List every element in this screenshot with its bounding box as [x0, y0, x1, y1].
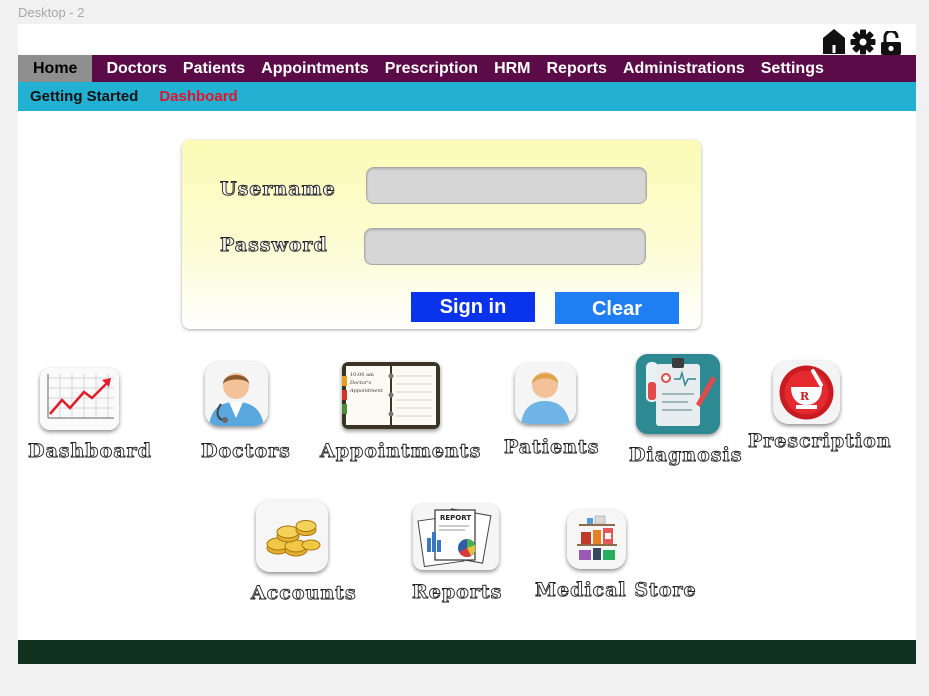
- nav-appointments[interactable]: Appointments: [253, 55, 377, 82]
- book-time-text: 10:00 am: [350, 372, 374, 378]
- nav-home[interactable]: Home: [18, 55, 93, 82]
- main-nav: Home Doctors Patients Appointments Presc…: [18, 55, 916, 82]
- coins-icon: [256, 500, 328, 572]
- report-title-text: REPORT: [440, 514, 471, 522]
- module-label-reports: Reports: [412, 581, 503, 604]
- module-label-doctors: Doctors: [201, 440, 291, 463]
- nav-reports[interactable]: Reports: [539, 55, 615, 82]
- nav-patients[interactable]: Patients: [175, 55, 253, 82]
- report-papers-icon: REPORT: [413, 504, 499, 570]
- nav-administrations[interactable]: Administrations: [615, 55, 753, 82]
- login-card: Username Password Sign in Clear: [182, 140, 701, 329]
- svg-text:R: R: [800, 390, 810, 403]
- subnav-dashboard[interactable]: Dashboard: [150, 88, 249, 105]
- sub-nav: Getting Started Dashboard: [18, 82, 916, 111]
- module-label-dashboard: Dashboard: [28, 440, 152, 463]
- doctor-icon: [205, 362, 268, 426]
- frame-label: Desktop - 2: [18, 5, 85, 20]
- module-label-patients: Patients: [504, 436, 600, 459]
- nav-doctors[interactable]: Doctors: [98, 55, 174, 82]
- module-label-accounts: Accounts: [251, 582, 357, 605]
- nav-hrm[interactable]: HRM: [486, 55, 538, 82]
- footer-bar: [18, 640, 916, 664]
- module-label-medical-store: Medical Store: [535, 579, 697, 602]
- module-label-prescription: Prescription: [748, 430, 892, 453]
- module-label-appointments: Appointments: [320, 440, 482, 463]
- gear-icon[interactable]: [850, 29, 876, 55]
- sign-in-button[interactable]: Sign in: [411, 292, 535, 322]
- rx-mortar-icon: R: [773, 361, 840, 424]
- username-label: Username: [220, 178, 336, 201]
- password-input[interactable]: [364, 228, 646, 265]
- username-input[interactable]: [366, 167, 647, 204]
- trend-chart-icon: [40, 368, 119, 430]
- home-icon[interactable]: [822, 28, 846, 55]
- app-frame: Home Doctors Patients Appointments Presc…: [18, 24, 916, 664]
- clear-button[interactable]: Clear: [555, 292, 679, 324]
- book-line2-text: Appointment: [349, 388, 384, 394]
- clipboard-diagnosis-icon: [636, 354, 720, 434]
- appointment-book-icon: 10:00 am Doctor's Appointment: [342, 362, 440, 429]
- medicine-shelf-icon: [567, 510, 626, 569]
- patient-icon: [515, 363, 576, 424]
- nav-settings[interactable]: Settings: [753, 55, 832, 82]
- header-icons: [822, 28, 902, 55]
- unlock-icon[interactable]: [880, 31, 902, 55]
- book-line1-text: Doctor's: [349, 380, 372, 386]
- nav-prescription[interactable]: Prescription: [377, 55, 486, 82]
- password-label: Password: [220, 234, 328, 257]
- subnav-getting-started[interactable]: Getting Started: [18, 88, 150, 105]
- module-label-diagnosis: Diagnosis: [629, 444, 743, 467]
